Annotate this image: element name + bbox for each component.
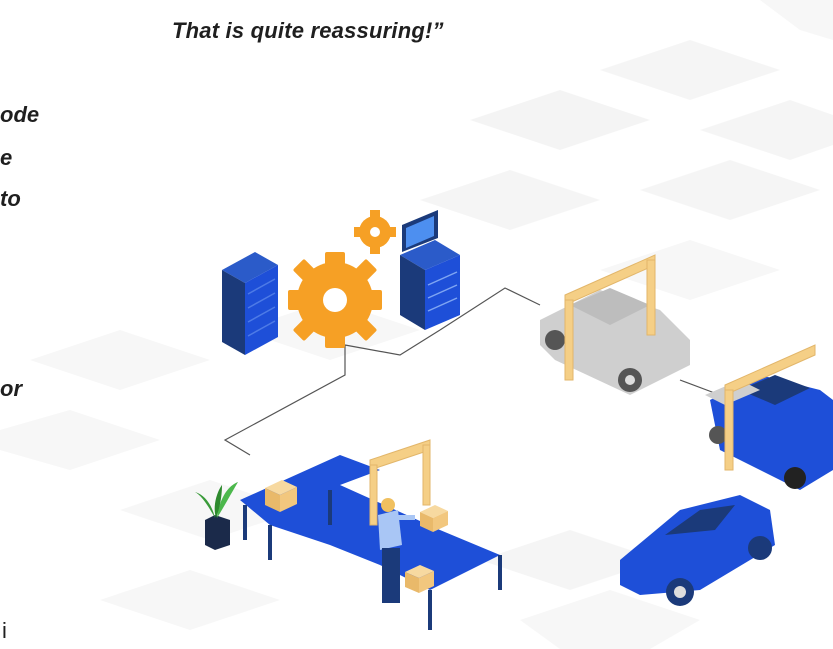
quote-text: That is quite reassuring!”	[172, 18, 444, 43]
computer-terminal-icon	[400, 210, 460, 330]
left-text-fragment-4: or	[0, 376, 22, 401]
assembly-line-illustration	[0, 0, 833, 649]
left-text-fragment-3: to	[0, 186, 21, 211]
car-blue-bottom-icon	[620, 495, 775, 606]
server-rack-icon	[222, 252, 278, 355]
left-text-fragment-2: e	[0, 145, 13, 170]
gear-icon	[288, 252, 382, 348]
car-grey-icon	[540, 288, 690, 395]
car-blue-icon	[705, 375, 833, 490]
left-text-fragment-5: i	[2, 618, 7, 643]
left-text-fragment-1: ode	[0, 102, 40, 127]
small-gear-icon	[354, 210, 396, 254]
